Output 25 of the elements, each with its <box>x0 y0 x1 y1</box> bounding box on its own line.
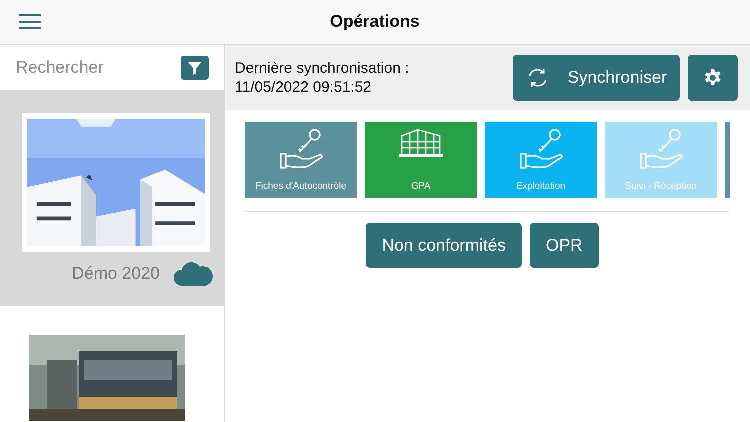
menu-icon[interactable] <box>18 14 42 30</box>
project-name: Démo 2020 <box>72 264 160 284</box>
sync-date: 11/05/2022 09:51:52 <box>235 78 373 96</box>
module-tile[interactable]: Fiches d'Autocontrôle <box>245 122 357 198</box>
sync-label: Dernière synchronisation : <box>235 58 410 78</box>
settings-button[interactable] <box>688 54 738 100</box>
search-field[interactable]: Rechercher <box>16 58 173 78</box>
module-tile[interactable]: GPA <box>365 122 477 198</box>
tile-label: Fiches d'Autocontrôle <box>255 181 347 192</box>
action-button[interactable]: Non conformités <box>366 223 522 268</box>
module-tile[interactable]: Exploitation <box>485 122 597 198</box>
screen-title: Opérations <box>330 12 420 32</box>
tile-label: Suivi - Réception <box>625 181 697 192</box>
project-item[interactable]: Démo 2020 <box>0 90 224 306</box>
tile-label: GPA <box>411 181 431 192</box>
hand-key-icon <box>638 128 684 172</box>
hand-key-icon <box>518 128 564 172</box>
settings-icon <box>703 68 723 88</box>
tile-label: Exploitation <box>516 181 566 192</box>
hand-key-icon <box>278 128 324 172</box>
module-tile[interactable] <box>725 122 730 198</box>
filter-icon[interactable] <box>181 56 209 80</box>
building-icon <box>398 128 444 158</box>
action-button[interactable]: OPR <box>530 223 599 268</box>
sync-button[interactable]: Synchroniser <box>513 54 680 100</box>
